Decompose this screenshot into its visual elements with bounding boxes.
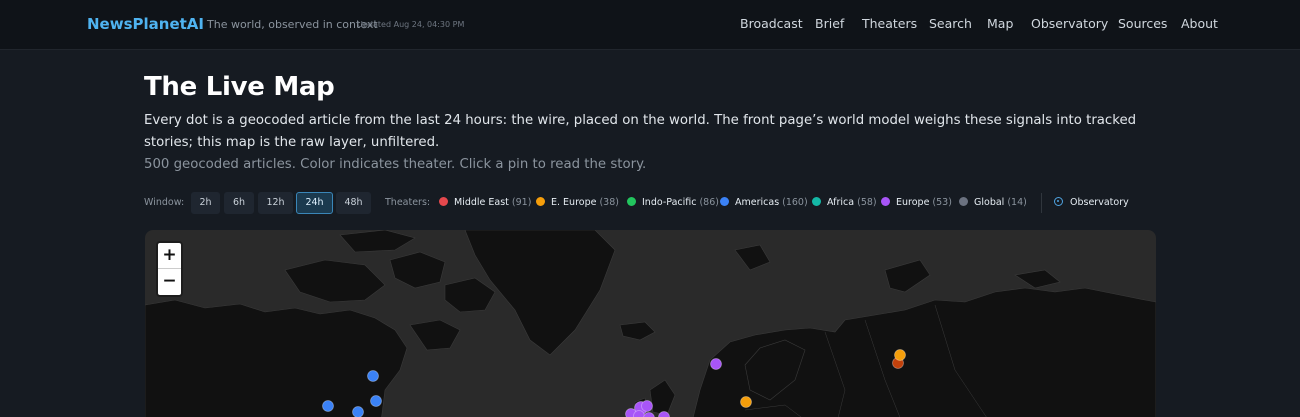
window-label: Window:: [144, 197, 185, 208]
theater-name: Global: [974, 197, 1005, 208]
theater-name: Europe: [896, 197, 930, 208]
theater-color-dot: [439, 197, 448, 206]
observatory-toggle[interactable]: Observatory: [1054, 197, 1129, 208]
theater-color-dot: [959, 197, 968, 206]
theater-color-dot: [720, 197, 729, 206]
nav-link-theaters[interactable]: Theaters: [862, 16, 917, 34]
theater-count: (53): [932, 197, 952, 208]
page-title: The Live Map: [144, 72, 335, 102]
updated-timestamp: Updated Aug 24, 04:30 PM: [357, 20, 465, 29]
theater-color-dot: [627, 197, 636, 206]
legend-divider: [1041, 193, 1042, 213]
nav-link-observatory[interactable]: Observatory: [1031, 16, 1108, 34]
map-pin-e-europe[interactable]: [894, 349, 906, 361]
window-button-12h[interactable]: 12h: [258, 192, 293, 214]
map-pin-e-europe[interactable]: [740, 396, 752, 408]
world-map[interactable]: + −: [145, 230, 1156, 417]
zoom-in-button[interactable]: +: [158, 243, 181, 269]
page-subtitle: 500 geocoded articles. Color indicates t…: [144, 157, 647, 172]
nav-link-search[interactable]: Search: [929, 16, 972, 34]
theater-name: Africa: [827, 197, 855, 208]
zoom-out-button[interactable]: −: [158, 269, 181, 295]
theater-name: Indo-Pacific: [642, 197, 697, 208]
map-zoom-control: + −: [156, 241, 183, 297]
nav-link-brief[interactable]: Brief: [815, 16, 844, 34]
observatory-icon: [1054, 197, 1063, 206]
theater-filter-global[interactable]: Global (14): [959, 197, 1027, 208]
theater-filter-indo-pacific[interactable]: Indo-Pacific (86): [627, 197, 719, 208]
theater-count: (86): [699, 197, 719, 208]
theater-name: E. Europe: [551, 197, 597, 208]
window-button-24h[interactable]: 24h: [296, 192, 333, 214]
window-button-48h[interactable]: 48h: [336, 192, 371, 214]
theater-count: (58): [857, 197, 877, 208]
theater-color-dot: [812, 197, 821, 206]
theater-filter-europe[interactable]: Europe (53): [881, 197, 952, 208]
map-pin-americas[interactable]: [352, 406, 364, 417]
window-button-6h[interactable]: 6h: [224, 192, 254, 214]
theater-color-dot: [536, 197, 545, 206]
map-pin-europe[interactable]: [641, 400, 653, 412]
theater-filter-middle-east[interactable]: Middle East (91): [439, 197, 531, 208]
theater-count: (160): [782, 197, 808, 208]
theater-count: (91): [511, 197, 532, 208]
map-pin-americas[interactable]: [370, 395, 382, 407]
nav-link-about[interactable]: About: [1181, 16, 1218, 34]
theater-count: (14): [1007, 197, 1027, 208]
window-button-2h[interactable]: 2h: [191, 192, 220, 214]
nav-link-broadcast[interactable]: Broadcast: [740, 16, 803, 34]
nav-link-map[interactable]: Map: [987, 16, 1013, 34]
map-pin-americas[interactable]: [367, 370, 379, 382]
page-description: Every dot is a geocoded article from the…: [144, 113, 1137, 150]
map-pin-americas[interactable]: [322, 400, 334, 412]
observatory-label: Observatory: [1070, 197, 1129, 208]
theater-color-dot: [881, 197, 890, 206]
map-pin-europe[interactable]: [710, 358, 722, 370]
map-land-layer: [145, 230, 1156, 417]
brand-logo[interactable]: NewsPlanetAI: [87, 15, 204, 33]
theater-count: (38): [599, 197, 619, 208]
top-nav-bar: NewsPlanetAI The world, observed in cont…: [0, 0, 1300, 50]
tagline: The world, observed in context: [207, 18, 378, 31]
theater-name: Middle East: [454, 197, 509, 208]
theaters-label: Theaters:: [385, 197, 431, 208]
theater-filter-africa[interactable]: Africa (58): [812, 197, 877, 208]
theater-name: Americas: [735, 197, 780, 208]
theater-filter-americas[interactable]: Americas (160): [720, 197, 808, 208]
nav-link-sources[interactable]: Sources: [1118, 16, 1167, 34]
theater-filter-e-europe[interactable]: E. Europe (38): [536, 197, 619, 208]
